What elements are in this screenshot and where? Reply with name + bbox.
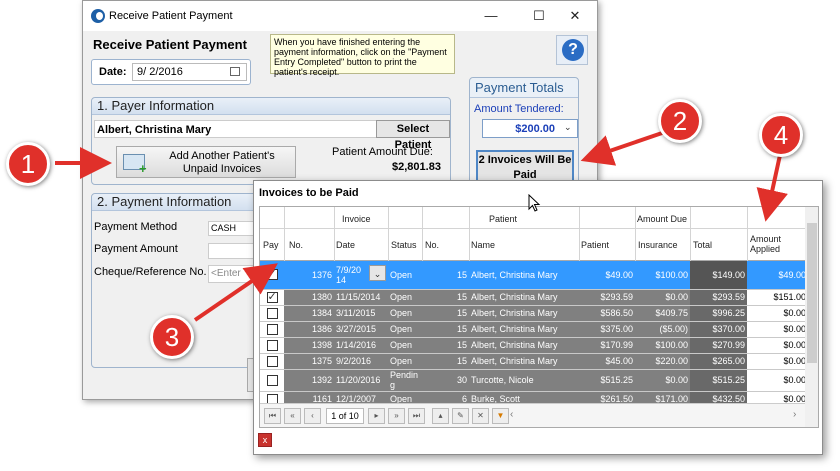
mouse-cursor-icon bbox=[528, 194, 541, 212]
callout-badge-1: 1 bbox=[6, 142, 50, 186]
callout-arrow-4 bbox=[756, 154, 788, 222]
callout-arrows bbox=[55, 130, 788, 322]
callout-arrow-3 bbox=[193, 263, 278, 322]
callout-badge-2: 2 bbox=[658, 99, 702, 143]
callout-badge-3: 3 bbox=[150, 315, 194, 359]
callout-arrow-2 bbox=[580, 130, 666, 166]
callout-badge-4: 4 bbox=[759, 113, 803, 157]
